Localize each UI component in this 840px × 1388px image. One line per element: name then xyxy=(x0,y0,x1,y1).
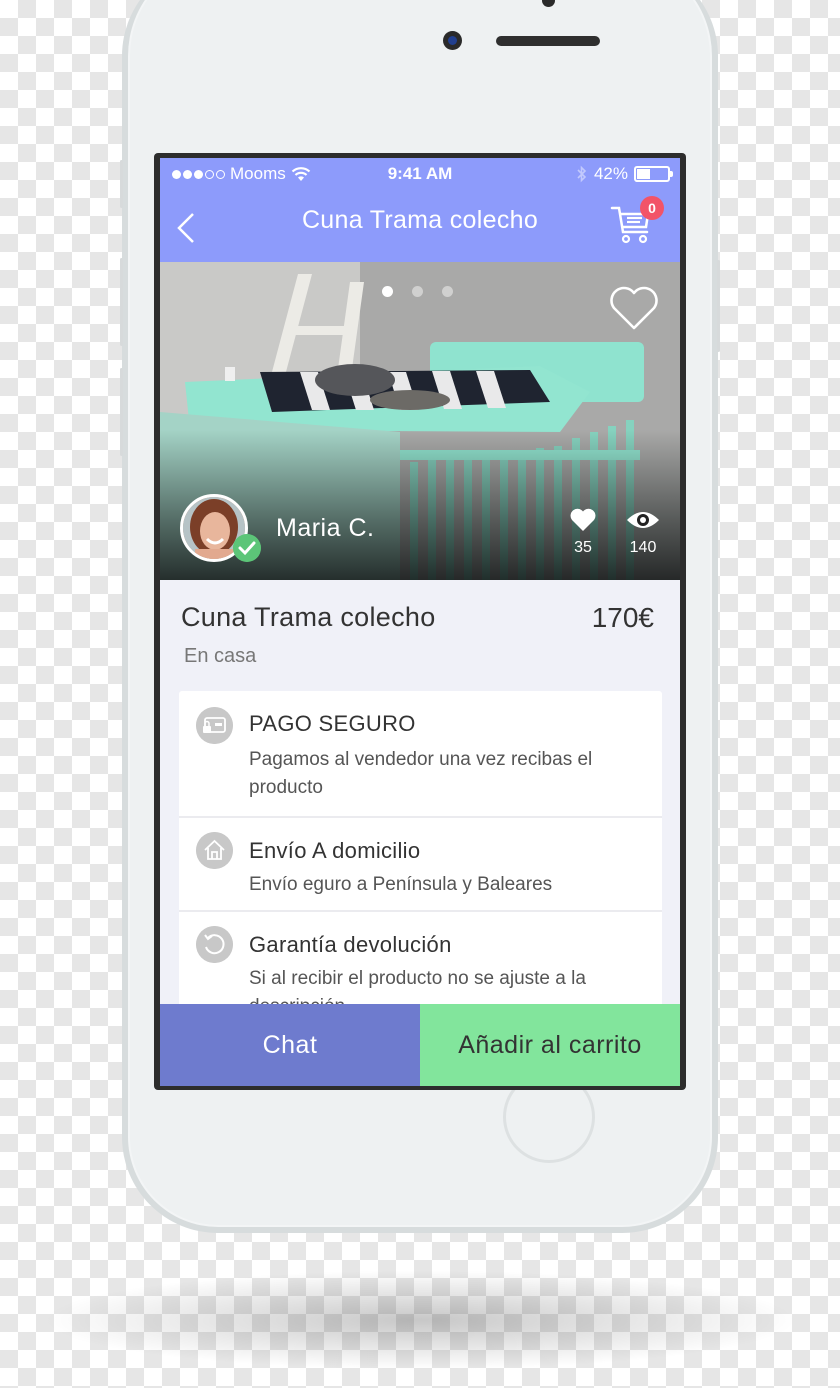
cart-count-badge: 0 xyxy=(640,196,664,220)
home-icon xyxy=(196,832,233,869)
battery-percent: 42% xyxy=(593,164,628,183)
volume-up-button xyxy=(120,258,123,346)
phone-shadow xyxy=(40,1270,800,1370)
likes-stat: 35 xyxy=(558,508,608,557)
favorite-button[interactable] xyxy=(608,284,660,332)
battery-icon xyxy=(634,166,673,182)
chat-button[interactable]: Chat xyxy=(160,1004,420,1086)
volume-down-button xyxy=(120,368,123,456)
app-screen: Mooms 9:41 AM 42% Cuna Trama colecho 0 M… xyxy=(160,158,680,1086)
gallery-dot[interactable] xyxy=(412,286,423,297)
gallery-dot[interactable] xyxy=(382,286,393,297)
front-camera xyxy=(443,31,462,50)
status-bar: Mooms 9:41 AM 42% xyxy=(160,164,680,188)
app-header: Mooms 9:41 AM 42% Cuna Trama colecho 0 xyxy=(160,158,680,262)
views-stat: 140 xyxy=(618,508,668,557)
return-icon xyxy=(196,926,233,963)
views-count: 140 xyxy=(629,539,657,556)
product-price: 170€ xyxy=(591,602,654,633)
likes-count: 35 xyxy=(574,539,592,556)
bluetooth-icon xyxy=(577,165,587,183)
earpiece-speaker xyxy=(496,36,600,46)
mute-switch xyxy=(120,160,123,208)
gallery-dot[interactable] xyxy=(442,286,453,297)
product-title: Cuna Trama colecho xyxy=(181,602,436,632)
add-to-cart-button[interactable]: Añadir al carrito xyxy=(420,1004,680,1086)
power-button xyxy=(717,260,720,352)
gallery-pagination xyxy=(382,286,453,297)
feature-title: Envío A domicilio xyxy=(249,838,421,863)
heart-filled-icon xyxy=(570,508,596,531)
secure-payment-icon xyxy=(196,707,233,744)
page-title: Cuna Trama colecho xyxy=(301,206,539,234)
feature-description: Envío eguro a Península y Baleares xyxy=(249,874,553,895)
feature-title: PAGO SEGURO xyxy=(249,711,416,736)
feature-description: Pagamos al vendedor una vez recibas el p… xyxy=(249,749,593,798)
eye-icon xyxy=(627,512,659,528)
feature-secure-payment: PAGO SEGURO Pagamos al vendedor una vez … xyxy=(179,691,662,818)
verified-badge-icon xyxy=(233,534,261,562)
feature-title: Garantía devolución xyxy=(249,932,452,957)
product-subtitle: En casa xyxy=(184,645,257,667)
seller-name[interactable]: Maria C. xyxy=(276,514,374,543)
product-image-gallery[interactable]: Maria C. 35 140 xyxy=(160,262,680,580)
feature-home-delivery: Envío A domicilio Envío eguro a Penínsul… xyxy=(179,818,662,912)
proximity-sensor xyxy=(542,0,555,7)
